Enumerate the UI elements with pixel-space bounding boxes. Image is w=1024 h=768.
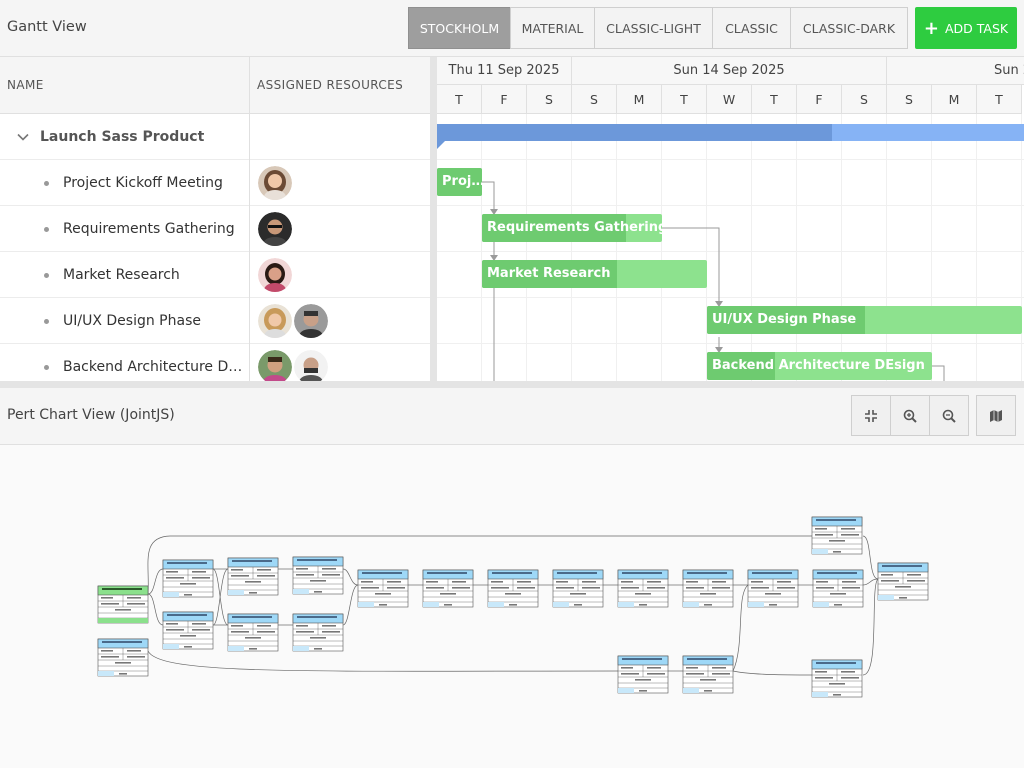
name-cell: Market Research xyxy=(0,252,250,298)
task-bar-label: Market Research xyxy=(487,266,611,281)
pert-node[interactable] xyxy=(877,562,929,601)
task-name: Project Kickoff Meeting xyxy=(63,175,223,191)
pert-canvas[interactable] xyxy=(0,445,1024,768)
theme-button-classic-dark[interactable]: CLASSIC-DARK xyxy=(790,7,908,49)
grid-row[interactable]: Market Research xyxy=(0,252,430,298)
task-bar[interactable]: Backend Architecture DEsign xyxy=(707,352,932,380)
resources-cell xyxy=(250,298,430,344)
resources-cell xyxy=(250,206,430,252)
zoom-out-icon xyxy=(942,409,956,423)
task-bar[interactable]: UI/UX Design Phase xyxy=(707,306,1022,334)
pert-node[interactable] xyxy=(811,516,863,555)
resources-cell xyxy=(250,114,430,160)
column-header-resources[interactable]: ASSIGNED RESOURCES xyxy=(250,57,430,114)
task-bar[interactable]: Proj… xyxy=(437,168,482,196)
pert-node[interactable] xyxy=(487,569,539,608)
avatar[interactable] xyxy=(258,212,292,246)
add-task-label: ADD TASK xyxy=(944,20,1009,36)
fit-to-screen-icon xyxy=(865,409,877,422)
pert-node[interactable] xyxy=(227,557,279,596)
task-name: UI/UX Design Phase xyxy=(63,313,201,329)
task-bar-label: Requirements Gathering xyxy=(487,220,662,235)
name-cell: Launch Sass Product xyxy=(0,114,250,160)
avatar[interactable] xyxy=(294,350,328,381)
map-button[interactable] xyxy=(976,395,1016,436)
add-task-button[interactable]: + ADD TASK xyxy=(915,7,1017,49)
bullet-icon xyxy=(44,364,49,370)
pert-node[interactable] xyxy=(617,569,669,608)
pert-node[interactable] xyxy=(682,655,734,694)
pert-node[interactable] xyxy=(162,611,214,650)
section-divider[interactable] xyxy=(0,381,1024,388)
column-header-name[interactable]: NAME xyxy=(0,57,250,114)
gantt-timeline: Thu 11 Sep 2025 Sun 14 Sep 2025 Sun 2 T … xyxy=(437,57,1024,381)
pert-node[interactable] xyxy=(292,556,344,595)
pert-node[interactable] xyxy=(227,613,279,652)
name-cell: Backend Architecture D… xyxy=(0,344,250,381)
bullet-icon xyxy=(44,226,49,232)
theme-button-material[interactable]: MATERIAL xyxy=(510,7,595,49)
zoom-in-icon xyxy=(903,409,917,423)
bullet-icon xyxy=(44,272,49,278)
avatar[interactable] xyxy=(258,350,292,381)
pert-node[interactable] xyxy=(552,569,604,608)
grid-row[interactable]: Project Kickoff Meeting xyxy=(0,160,430,206)
avatar[interactable] xyxy=(258,166,292,200)
pert-toolbar: Pert Chart View (JointJS) xyxy=(0,388,1024,445)
bullet-icon xyxy=(44,318,49,324)
resources-cell xyxy=(250,252,430,298)
zoom-in-button[interactable] xyxy=(890,395,930,436)
avatar[interactable] xyxy=(294,304,328,338)
pert-node[interactable] xyxy=(617,655,669,694)
task-bar-label: Proj… xyxy=(442,174,482,189)
pert-node[interactable] xyxy=(812,569,864,608)
task-name: Market Research xyxy=(63,267,180,283)
gantt-grid: NAME ASSIGNED RESOURCES Launch Sass Prod… xyxy=(0,57,430,381)
grid-row[interactable]: Requirements Gathering xyxy=(0,206,430,252)
resources-cell xyxy=(250,160,430,206)
task-bar-label: UI/UX Design Phase xyxy=(712,312,857,327)
gantt-toolbar: Gantt View STOCKHOLM MATERIAL CLASSIC-LI… xyxy=(0,0,1024,57)
task-bar-label: Backend Architecture DEsign xyxy=(712,358,925,373)
task-bar[interactable]: Market Research xyxy=(482,260,707,288)
zoom-out-button[interactable] xyxy=(929,395,969,436)
map-icon xyxy=(990,409,1002,422)
resources-cell xyxy=(250,344,430,381)
name-cell: Project Kickoff Meeting xyxy=(0,160,250,206)
name-cell: UI/UX Design Phase xyxy=(0,298,250,344)
theme-button-classic[interactable]: CLASSIC xyxy=(712,7,791,49)
pert-node[interactable] xyxy=(682,569,734,608)
pert-node[interactable] xyxy=(97,585,149,624)
grid-row[interactable]: UI/UX Design Phase xyxy=(0,298,430,344)
pert-node[interactable] xyxy=(357,569,409,608)
pert-graph[interactable] xyxy=(0,445,1024,768)
pert-node[interactable] xyxy=(747,569,799,608)
grid-row[interactable]: Launch Sass Product xyxy=(0,114,430,160)
pert-node[interactable] xyxy=(811,659,863,698)
avatar[interactable] xyxy=(258,258,292,292)
plus-icon: + xyxy=(923,17,939,39)
theme-button-classic-light[interactable]: CLASSIC-LIGHT xyxy=(594,7,713,49)
fit-to-screen-button[interactable] xyxy=(851,395,891,436)
pert-node[interactable] xyxy=(162,559,214,598)
bullet-icon xyxy=(44,180,49,186)
task-name: Launch Sass Product xyxy=(40,129,205,145)
name-cell: Requirements Gathering xyxy=(0,206,250,252)
gantt-title: Gantt View xyxy=(7,19,87,35)
chevron-down-icon[interactable] xyxy=(17,131,29,143)
pert-node[interactable] xyxy=(292,613,344,652)
avatar[interactable] xyxy=(258,304,292,338)
pert-node[interactable] xyxy=(97,638,149,677)
grid-row[interactable]: Backend Architecture D… xyxy=(0,344,430,381)
pert-title: Pert Chart View (JointJS) xyxy=(7,407,175,423)
grid-splitter[interactable] xyxy=(430,57,437,381)
theme-button-stockholm[interactable]: STOCKHOLM xyxy=(408,7,511,49)
task-bar[interactable]: Requirements Gathering xyxy=(482,214,662,242)
task-name: Requirements Gathering xyxy=(63,221,235,237)
task-name: Backend Architecture D… xyxy=(63,359,243,375)
pert-node[interactable] xyxy=(422,569,474,608)
